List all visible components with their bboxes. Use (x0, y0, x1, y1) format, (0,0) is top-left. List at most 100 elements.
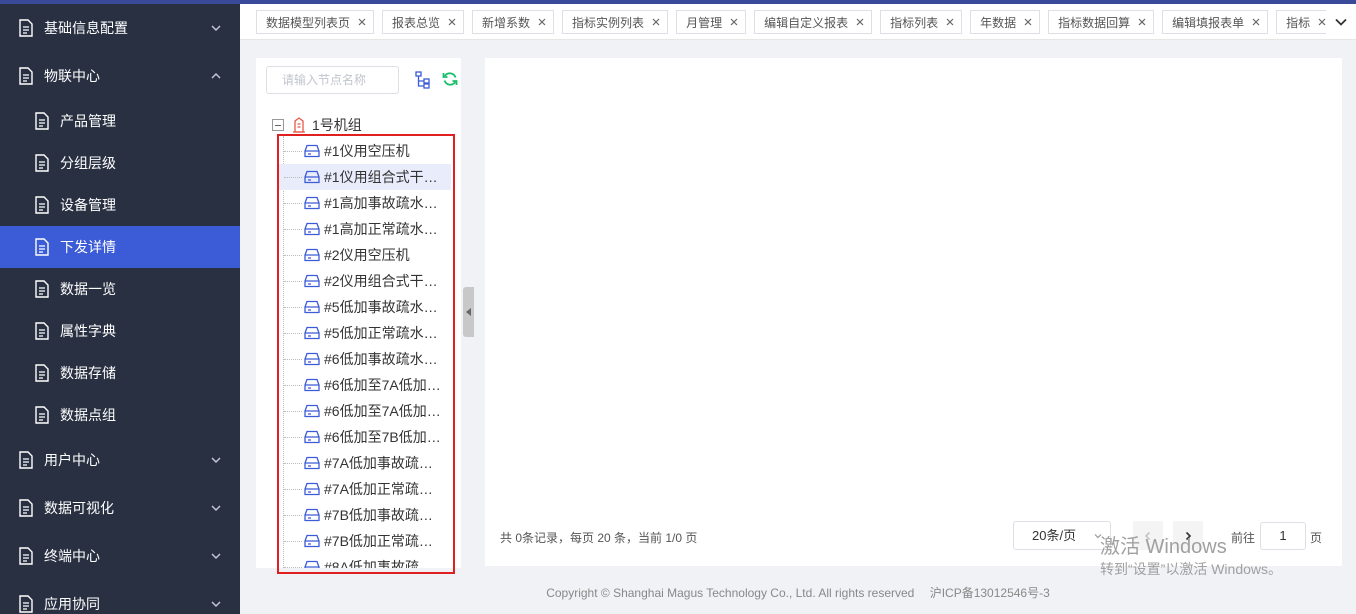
tab-7[interactable]: 年数据 (970, 10, 1041, 34)
tree-node-label: #6低加事故疏水调节阀 (324, 351, 442, 367)
sidebar-item-5[interactable]: 属性字典 (0, 310, 240, 352)
sidebar-item-7[interactable]: 数据点组 (0, 394, 240, 436)
menu-group-bottom-3[interactable]: 应用协同 (0, 580, 240, 614)
tree-node-label: #8A低加事故疏水调节阀 (324, 559, 442, 568)
device-icon (304, 508, 320, 522)
unit-group-icon (293, 117, 305, 133)
tree-connector (284, 385, 302, 386)
tree-node[interactable]: #6低加至7A低加疏水阀 (256, 372, 461, 398)
tab-8[interactable]: 指标数据回算 (1048, 10, 1155, 34)
close-icon[interactable] (1023, 17, 1033, 27)
tab-label: 编辑填报表单 (1172, 15, 1245, 30)
sidebar-item-0[interactable]: 产品管理 (0, 100, 240, 142)
tab-9[interactable]: 编辑填报表单 (1162, 10, 1269, 34)
device-icon (304, 144, 320, 158)
tree-node[interactable]: #1高加事故疏水调节阀 (256, 190, 461, 216)
chevron-down-icon (211, 25, 221, 31)
tab-more-button[interactable] (1326, 4, 1356, 39)
tree-node-label: #1仪用组合式干燥机 (324, 169, 442, 185)
tree-node[interactable]: #6低加事故疏水调节阀 (256, 346, 461, 372)
tree-connector (284, 515, 302, 516)
device-icon (304, 326, 320, 340)
device-icon (304, 378, 320, 392)
collapse-toggle-icon[interactable] (272, 119, 284, 131)
close-icon[interactable] (447, 17, 457, 27)
icp-link[interactable]: 沪ICP备13012546号-3 (930, 586, 1050, 600)
tree-node[interactable]: #5低加正常疏水调节阀 (256, 320, 461, 346)
device-icon (304, 300, 320, 314)
tab-6[interactable]: 指标列表 (880, 10, 963, 34)
tree-structure-icon[interactable] (415, 71, 431, 89)
node-search-input[interactable]: 请输入节点名称 (266, 66, 399, 94)
tree-node[interactable]: #8A低加事故疏水调节阀 (256, 554, 461, 568)
watermark-title: 激活 Windows (1100, 536, 1227, 558)
tab-1[interactable]: 报表总览 (382, 10, 465, 34)
close-icon[interactable] (945, 17, 955, 27)
close-icon[interactable] (357, 17, 367, 27)
document-icon (35, 322, 49, 340)
menu-group-top-0[interactable]: 基础信息配置 (0, 4, 240, 52)
close-icon[interactable] (1251, 17, 1261, 27)
tree-node[interactable]: #1高加正常疏水调节阀 (256, 216, 461, 242)
watermark-subtitle: 转到“设置”以激活 Windows。 (1100, 561, 1283, 577)
tab-4[interactable]: 月管理 (676, 10, 747, 34)
refresh-icon[interactable] (442, 71, 458, 87)
sidebar-item-4[interactable]: 数据一览 (0, 268, 240, 310)
sidebar-item-6[interactable]: 数据存储 (0, 352, 240, 394)
menu-group-bottom-2[interactable]: 终端中心 (0, 532, 240, 580)
document-icon (35, 154, 49, 172)
tree-node-label: #1高加正常疏水调节阀 (324, 221, 442, 237)
device-icon (304, 274, 320, 288)
tree-node-label: #7B低加事故疏水调节阀 (324, 507, 442, 523)
tree-connector (284, 437, 302, 438)
tree-node[interactable]: #6低加至7A低加调节阀 (256, 398, 461, 424)
chevron-up-icon (211, 73, 221, 79)
sidebar-item-1[interactable]: 分组层级 (0, 142, 240, 184)
tree-connector (284, 281, 302, 282)
close-icon[interactable] (537, 17, 547, 27)
device-icon (304, 456, 320, 470)
tree-node[interactable]: #7B低加正常疏水调节阀 (256, 528, 461, 554)
tree-connector (284, 151, 302, 152)
sidebar-item-label: 数据一览 (60, 281, 116, 297)
chevron-down-icon (211, 601, 221, 607)
tab-3[interactable]: 指标实例列表 (562, 10, 669, 34)
tree-node[interactable]: #6低加至7B低加疏水阀 (256, 424, 461, 450)
menu-group-top-1[interactable]: 物联中心 (0, 52, 240, 100)
tree-connector (284, 411, 302, 412)
tree-node[interactable]: #5低加事故疏水调节阀 (256, 294, 461, 320)
menu-group-label: 应用协同 (44, 596, 100, 612)
close-icon[interactable] (651, 17, 661, 27)
tab-label: 新增系数 (482, 15, 531, 30)
tab-5[interactable]: 编辑自定义报表 (754, 10, 873, 34)
sidebar-item-2[interactable]: 设备管理 (0, 184, 240, 226)
tree-node[interactable]: #2仪用组合式干燥机 (256, 268, 461, 294)
close-icon[interactable] (1137, 17, 1147, 27)
tree-node[interactable]: #1仪用空压机 (256, 138, 461, 164)
tree-connector (284, 255, 302, 256)
tree-node[interactable]: #1仪用组合式干燥机 (279, 164, 451, 190)
menu-group-label: 用户中心 (44, 452, 100, 468)
document-icon (19, 547, 33, 565)
tree-node[interactable]: #7B低加事故疏水调节阀 (256, 502, 461, 528)
tab-0[interactable]: 数据模型列表页 (256, 10, 375, 34)
tab-2[interactable]: 新增系数 (472, 10, 555, 34)
page-size-select[interactable]: 20条/页 (1013, 521, 1111, 550)
tree-node[interactable]: #7A低加正常疏水调节阀 (256, 476, 461, 502)
close-icon[interactable] (729, 17, 739, 27)
panel-collapse-handle[interactable] (463, 287, 474, 337)
tree-root-node[interactable]: 1号机组 (272, 116, 362, 134)
tab-label: 指标数据回算 (1058, 15, 1131, 30)
tree-node[interactable]: #2仪用空压机 (256, 242, 461, 268)
menu-group-bottom-1[interactable]: 数据可视化 (0, 484, 240, 532)
tree-node[interactable]: #7A低加事故疏水调节阀 (256, 450, 461, 476)
chevron-down-icon (211, 457, 221, 463)
document-icon (19, 19, 33, 37)
sidebar-item-3[interactable]: 下发详情 (0, 226, 240, 268)
document-icon (19, 67, 33, 85)
sidebar-item-label: 设备管理 (60, 197, 116, 213)
device-tree-panel: 请输入节点名称 1号机组 #1仪用空压机 #1仪用组合式干燥机 #1高加事故疏水调节… (256, 58, 461, 568)
document-icon (35, 406, 49, 424)
close-icon[interactable] (855, 17, 865, 27)
menu-group-bottom-0[interactable]: 用户中心 (0, 436, 240, 484)
